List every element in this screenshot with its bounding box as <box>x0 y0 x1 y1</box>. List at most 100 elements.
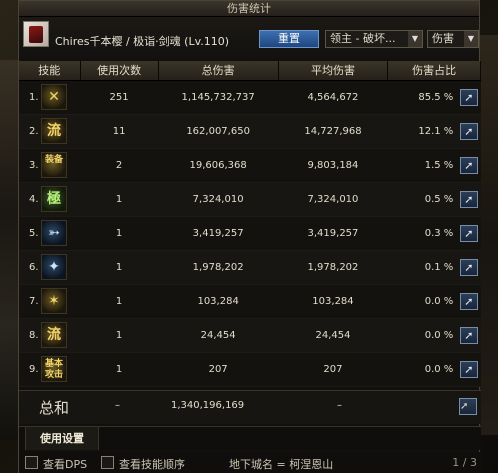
total-damage-cell: 3,419,257 <box>158 216 279 251</box>
col-total-damage: 总伤害 <box>158 61 279 81</box>
damage-share-cell: 0.1 % <box>387 250 458 285</box>
row-index: 8. <box>29 329 39 341</box>
total-average: – <box>337 400 342 411</box>
total-label: 总和 <box>39 399 70 417</box>
uses-cell: 1 <box>80 250 159 285</box>
row-index: 7. <box>29 295 39 307</box>
skill-cell: 6. ✦ <box>19 250 81 285</box>
share-cell: ➚ <box>457 352 481 387</box>
share-icon[interactable]: ➚ <box>459 326 478 344</box>
total-damage-cell: 207 <box>158 352 279 387</box>
average-damage-cell: 103,284 <box>278 284 388 319</box>
table-row: 1. ✕ 251 1,145,732,737 4,564,672 85.5 % ➚ <box>19 80 481 115</box>
share-cell: ➚ <box>457 284 481 319</box>
share-icon[interactable]: ➚ <box>459 156 478 174</box>
share-icon[interactable]: ➚ <box>459 258 478 276</box>
arrow-thrust-icon: ➳ <box>41 220 67 246</box>
average-damage-cell: 4,564,672 <box>278 80 388 115</box>
col-skill: 技能 <box>19 61 81 81</box>
row-index: 1. <box>29 91 39 103</box>
row-index: 5. <box>29 227 39 239</box>
row-index: 9. <box>29 363 39 375</box>
sword-burst-icon: ✶ <box>41 288 67 314</box>
footer: 查看DPS 查看技能顺序 地下城名 = 柯涅恩山 1 / 3 <box>19 452 481 473</box>
table-row: 3. 装备 2 19,606,368 9,803,184 1.5 % ➚ <box>19 148 481 183</box>
row-index: 4. <box>29 193 39 205</box>
row-index: 6. <box>29 261 39 273</box>
window-header: Chires千本樱 / 极诣·剑魂 (Lv.110) 重置 领主 - 破坏...… <box>19 17 479 59</box>
chevron-down-icon[interactable]: ▼ <box>464 31 478 47</box>
chevron-down-icon[interactable]: ▼ <box>408 31 422 47</box>
share-icon[interactable]: ➚ <box>459 88 478 106</box>
page-indicator: 1 / 3 <box>452 456 477 469</box>
settings-tabbar: 使用设置 <box>19 426 481 450</box>
share-cell: ➚ <box>457 114 481 149</box>
col-uses: 使用次数 <box>80 61 159 81</box>
basic-attack-icon: 基本攻击 <box>41 356 67 382</box>
tab-settings[interactable]: 使用设置 <box>25 427 99 450</box>
table-row: 7. ✶ 1 103,284 103,284 0.0 % ➚ <box>19 284 481 319</box>
uses-cell: 2 <box>80 148 159 183</box>
share-cell: ➚ <box>457 148 481 183</box>
uses-cell: 1 <box>80 182 159 217</box>
share-icon[interactable]: ➚ <box>459 360 478 378</box>
share-cell: ➚ <box>457 216 481 251</box>
reset-button[interactable]: 重置 <box>259 30 319 48</box>
uses-cell: 1 <box>80 216 159 251</box>
dungeon-select[interactable]: 领主 - 破坏... ▼ <box>325 30 423 48</box>
show-dps-label: 查看DPS <box>43 458 88 471</box>
total-row: 总和 – 1,340,196,169 – ➚ <box>19 390 481 424</box>
stat-type-select[interactable]: 伤害 ▼ <box>427 30 479 48</box>
damage-share-cell: 1.5 % <box>387 148 458 183</box>
game-background-right <box>478 35 498 435</box>
skill-cell: 4. 極 <box>19 182 81 217</box>
damage-share-cell: 12.1 % <box>387 114 458 149</box>
skill-cell: 1. ✕ <box>19 80 81 115</box>
table-row: 2. 流 11 162,007,650 14,727,968 12.1 % ➚ <box>19 114 481 149</box>
slash-skill-icon: ✕ <box>41 84 67 110</box>
skill-damage-table: 技能 使用次数 总伤害 平均伤害 伤害占比 1. ✕ 251 1,145,732,73… <box>19 61 481 387</box>
col-damage-share: 伤害占比 <box>387 61 481 81</box>
skill-cell: 7. ✶ <box>19 284 81 319</box>
equipment-icon: 装备 <box>41 152 67 178</box>
share-icon[interactable]: ➚ <box>459 190 478 208</box>
uses-cell: 1 <box>80 284 159 319</box>
share-icon[interactable]: ➚ <box>459 292 478 310</box>
total-damage: 1,340,196,169 <box>171 400 245 411</box>
average-damage-cell: 207 <box>278 352 388 387</box>
uses-cell: 251 <box>80 80 159 115</box>
stat-type-select-value: 伤害 <box>432 32 454 45</box>
character-name: Chires千本樱 / 极诣·剑魂 (Lv.110) <box>55 35 230 48</box>
uses-cell: 11 <box>80 114 159 149</box>
window-title[interactable]: 伤害统计 <box>19 1 479 17</box>
share-cell: ➚ <box>457 80 481 115</box>
uses-cell: 1 <box>80 352 159 387</box>
show-skill-order-label: 查看技能顺序 <box>119 458 185 471</box>
total-damage-cell: 103,284 <box>158 284 279 319</box>
show-skill-order-checkbox[interactable] <box>101 456 114 469</box>
table-row: 8. 流 1 24,454 24,454 0.0 % ➚ <box>19 318 481 353</box>
table-row: 6. ✦ 1 1,978,202 1,978,202 0.1 % ➚ <box>19 250 481 285</box>
average-damage-cell: 3,419,257 <box>278 216 388 251</box>
share-cell: ➚ <box>457 250 481 285</box>
damage-share-cell: 0.0 % <box>387 318 458 353</box>
damage-share-cell: 0.0 % <box>387 352 458 387</box>
damage-share-cell: 0.0 % <box>387 284 458 319</box>
share-icon[interactable]: ➚ <box>459 122 478 140</box>
share-cell: ➚ <box>457 318 481 353</box>
damage-share-cell: 85.5 % <box>387 80 458 115</box>
table-row: 4. 極 1 7,324,010 7,324,010 0.5 % ➚ <box>19 182 481 217</box>
total-uses: – <box>115 400 120 411</box>
beast-summon-icon: ✦ <box>41 254 67 280</box>
show-dps-checkbox[interactable] <box>25 456 38 469</box>
damage-stats-window: 伤害统计 Chires千本樱 / 极诣·剑魂 (Lv.110) 重置 领主 - … <box>18 0 481 473</box>
table-row: 5. ➳ 1 3,419,257 3,419,257 0.3 % ➚ <box>19 216 481 251</box>
flow-crescent-icon: 流 <box>41 118 67 144</box>
flow-script-icon: 流 <box>41 322 67 348</box>
average-damage-cell: 14,727,968 <box>278 114 388 149</box>
damage-share-cell: 0.3 % <box>387 216 458 251</box>
share-icon[interactable]: ➚ <box>459 224 478 242</box>
skill-cell: 2. 流 <box>19 114 81 149</box>
total-damage-cell: 7,324,010 <box>158 182 279 217</box>
share-icon[interactable]: ➚ <box>459 398 477 415</box>
